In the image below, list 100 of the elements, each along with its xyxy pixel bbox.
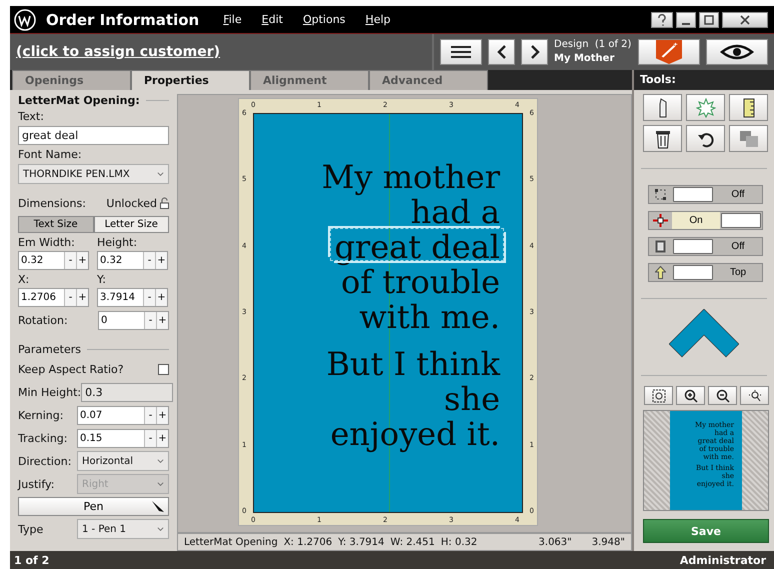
section-label: Parameters	[18, 343, 81, 356]
y-readout: Y: 3.7914	[338, 536, 384, 548]
close-icon	[740, 14, 750, 24]
trash-icon	[654, 128, 670, 148]
decrement-button[interactable]: -	[144, 312, 156, 328]
previous-button[interactable]	[488, 39, 515, 65]
decrement-button[interactable]: -	[144, 406, 156, 424]
magic-wand-button[interactable]	[638, 39, 700, 65]
field-label: Y:	[97, 273, 107, 286]
move-up-button[interactable]	[669, 309, 739, 359]
increment-button[interactable]: +	[76, 289, 88, 306]
chevron-down-icon	[157, 458, 164, 464]
mat-text-line[interactable]: she	[444, 382, 500, 417]
number-field[interactable]: 0.3	[81, 382, 174, 402]
question-mark-icon	[657, 14, 667, 26]
pan-button[interactable]	[740, 386, 769, 405]
number-field[interactable]: 0.32 - +	[97, 251, 168, 270]
field-label: Min Height:	[18, 386, 82, 398]
pan-zoom-icon	[746, 388, 762, 402]
page-counter: 1 of 2	[14, 554, 50, 566]
chevron-left-icon	[496, 45, 506, 59]
zoom-out-button[interactable]	[708, 386, 737, 405]
ruler-button[interactable]	[729, 94, 768, 121]
field-label: Keep Aspect Ratio?	[18, 362, 124, 376]
decrement-button[interactable]: -	[64, 252, 76, 269]
increment-button[interactable]: +	[76, 252, 88, 269]
mat-text-line[interactable]: My mother	[322, 160, 500, 195]
number-field[interactable]: 3.7914 - +	[97, 288, 168, 307]
number-field[interactable]: 0.32 - +	[18, 251, 89, 270]
field-label: Font Name:	[18, 148, 83, 161]
field-label: Justify:	[18, 478, 54, 490]
zoom-out-icon	[716, 388, 730, 402]
zoom-fit-button[interactable]	[644, 386, 673, 405]
lock-status: Unlocked	[106, 196, 157, 210]
customer-link[interactable]: (click to assign customer)	[10, 44, 432, 60]
mat-text-line[interactable]: great deal	[334, 230, 500, 265]
object-type: LetterMat Opening	[184, 536, 278, 548]
chevron-right-icon	[530, 45, 540, 59]
height-readout: H: 0.32	[440, 536, 478, 548]
maximize-icon	[704, 14, 714, 24]
chevron-down-icon	[157, 526, 164, 532]
menu-item[interactable]: File	[223, 13, 242, 26]
font-dropdown[interactable]: THORNDIKE PEN.LMX	[18, 164, 169, 184]
pen-button[interactable]: Pen	[18, 497, 169, 516]
window-title: Order Information	[46, 10, 200, 28]
help-button[interactable]	[651, 12, 673, 28]
crosshair-icon	[653, 214, 668, 227]
undo-button[interactable]	[686, 125, 725, 152]
mat-text-line[interactable]: of trouble	[341, 265, 500, 300]
increment-button[interactable]: +	[156, 430, 168, 446]
magic-wand-icon	[656, 40, 682, 64]
eye-icon	[720, 44, 754, 60]
decrement-button[interactable]: -	[64, 289, 76, 306]
menu-icon	[451, 45, 471, 59]
next-button[interactable]	[521, 39, 548, 65]
mat-text-line[interactable]: had a	[410, 195, 500, 230]
field-label: Height:	[97, 236, 138, 249]
increment-button[interactable]: +	[156, 312, 168, 328]
delete-button[interactable]	[643, 125, 682, 152]
mat-text-line[interactable]: with me.	[359, 300, 500, 335]
preview-button[interactable]	[706, 39, 768, 65]
menu-item[interactable]: Options	[302, 13, 346, 26]
toggle-switch[interactable]: Off	[648, 237, 763, 256]
maximize-button[interactable]	[699, 12, 719, 28]
decrement-button[interactable]: -	[143, 289, 155, 306]
design-name: My Mother	[554, 52, 616, 66]
menu-item[interactable]: Help	[365, 13, 391, 26]
menu-button[interactable]	[440, 39, 482, 65]
mat-text-line[interactable]: enjoyed it.	[330, 417, 500, 452]
knife-icon	[658, 98, 668, 118]
text-field[interactable]: great deal	[18, 126, 169, 145]
mode-tab[interactable]: Text Size	[18, 216, 94, 233]
toggle-switch[interactable]: On	[648, 211, 763, 230]
knife-button[interactable]	[643, 94, 682, 121]
mat-height: 3.948"	[592, 536, 625, 548]
number-field[interactable]: 0 - +	[98, 310, 169, 330]
toggle-switch[interactable]: Off	[648, 185, 763, 204]
mode-tab[interactable]: Letter Size	[94, 216, 169, 233]
decrement-button[interactable]: -	[143, 252, 155, 269]
increment-button[interactable]: +	[155, 289, 167, 306]
number-field[interactable]: 1.2706 - +	[18, 288, 89, 307]
toggle-switch[interactable]: Top	[648, 263, 763, 282]
dropdown[interactable]: 1 - Pen 1	[77, 519, 169, 539]
dropdown[interactable]: Horizontal	[77, 451, 169, 471]
increment-button[interactable]: +	[156, 406, 168, 424]
menu-item[interactable]: Edit	[262, 13, 283, 26]
close-button[interactable]	[722, 12, 768, 28]
decrement-button[interactable]: -	[144, 430, 156, 446]
number-field[interactable]: 0.15 - +	[77, 428, 169, 448]
chevron-down-icon	[157, 480, 164, 488]
mat-text-line[interactable]: But I think	[326, 347, 500, 382]
field-label: Direction:	[18, 454, 72, 468]
checkbox[interactable]	[158, 364, 169, 374]
unlock-icon[interactable]	[160, 197, 169, 209]
zoom-in-button[interactable]	[676, 386, 705, 405]
tab[interactable]: Properties	[131, 70, 250, 90]
minimize-button[interactable]	[676, 12, 696, 28]
number-field[interactable]: 0.07 - +	[77, 406, 169, 424]
increment-button[interactable]: +	[155, 252, 167, 269]
save-button[interactable]: Save	[643, 519, 769, 543]
